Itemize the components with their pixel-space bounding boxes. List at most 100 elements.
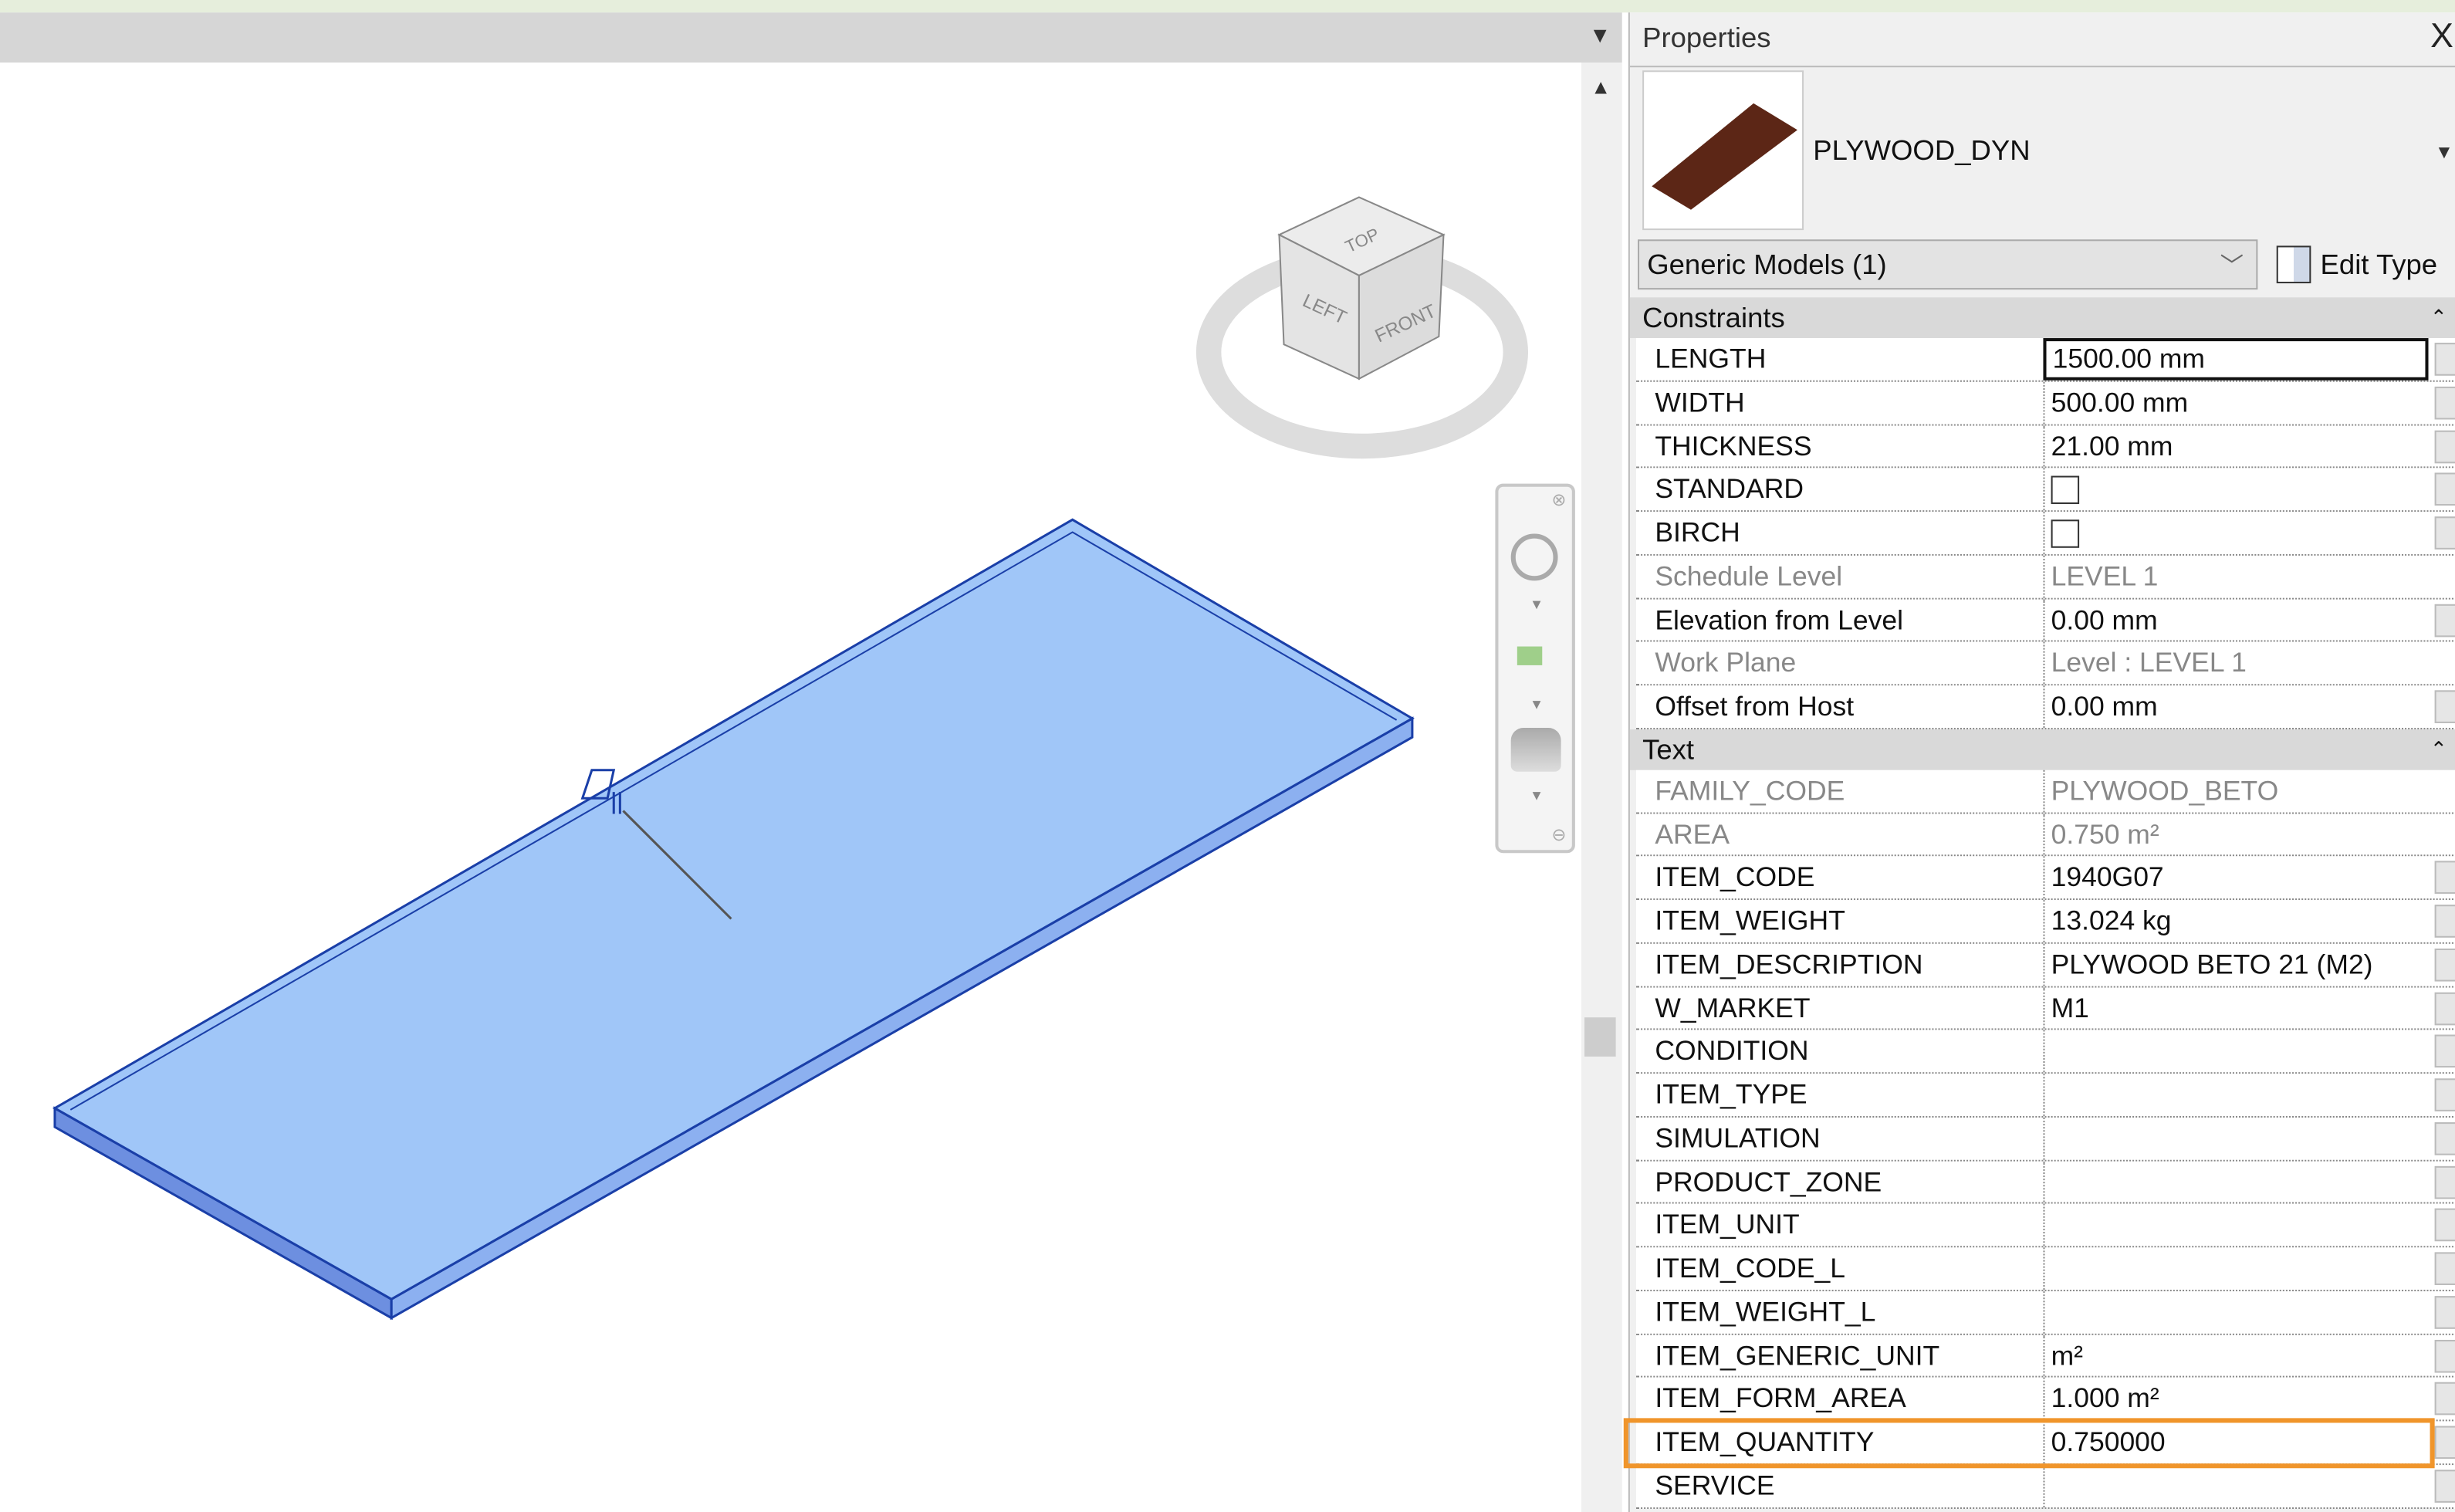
- property-value[interactable]: [2043, 1464, 2428, 1507]
- section-header-text[interactable]: Text ⌃: [1629, 729, 2455, 770]
- associate-parameter-button[interactable]: [2434, 1078, 2455, 1111]
- property-row-item-type: ITEM_TYPE: [1635, 1074, 2455, 1118]
- viewcube[interactable]: TOP LEFT FRONT: [1195, 196, 1529, 459]
- property-value[interactable]: 13.024 kg: [2043, 900, 2428, 942]
- property-value[interactable]: M1: [2043, 986, 2428, 1029]
- property-value[interactable]: m²: [2043, 1334, 2428, 1377]
- associate-parameter-button[interactable]: [2434, 1382, 2455, 1416]
- properties-panel: Properties X PLYWOOD_DYN ▼ Generic Model…: [1628, 12, 2455, 1512]
- edit-type-button[interactable]: Edit Type: [2276, 241, 2437, 288]
- property-value: 0.750 m²: [2043, 813, 2428, 855]
- property-label: ITEM_UNIT: [1655, 1209, 1800, 1240]
- section-title: Constraints: [1642, 302, 1785, 333]
- navigation-bar: ⊗ ▼ ▼ ▼ ⊖: [1495, 483, 1575, 854]
- property-row-product-zone: PRODUCT_ZONE: [1635, 1160, 2455, 1205]
- zoom-region-icon[interactable]: [1517, 646, 1543, 665]
- 3d-viewport[interactable]: TOP LEFT FRONT ⊗ ▼ ▼ ▼ ⊖: [0, 63, 1581, 1512]
- associate-parameter-button[interactable]: [2434, 472, 2455, 506]
- property-value: [2043, 512, 2428, 554]
- associate-parameter-button[interactable]: [2434, 1252, 2455, 1285]
- property-row-service: SERVICE: [1635, 1464, 2455, 1508]
- property-value[interactable]: [2043, 1160, 2428, 1203]
- vertical-scrollbar[interactable]: ▲: [1581, 63, 1622, 1512]
- property-value[interactable]: [2043, 1117, 2428, 1159]
- property-value[interactable]: 1940G07: [2043, 856, 2428, 899]
- property-value[interactable]: 21.00 mm: [2043, 425, 2428, 467]
- associate-parameter-button[interactable]: [2434, 603, 2455, 637]
- scroll-up-icon[interactable]: ▲: [1591, 75, 1611, 98]
- section-header-constraints[interactable]: Constraints ⌃: [1629, 297, 2455, 339]
- category-filter-select[interactable]: Generic Models (1) ﹀: [1638, 239, 2258, 290]
- associate-parameter-button[interactable]: [2434, 429, 2455, 463]
- property-row-item-generic-unit: ITEM_GENERIC_UNIT m²: [1635, 1334, 2455, 1378]
- dropdown-icon[interactable]: ▼: [1530, 696, 1544, 712]
- property-value[interactable]: 0.00 mm: [2043, 598, 2428, 641]
- property-value[interactable]: 1.000 m²: [2043, 1378, 2428, 1420]
- property-value[interactable]: 500.00 mm: [2043, 381, 2428, 424]
- property-value: [2043, 468, 2428, 511]
- collapse-icon[interactable]: ⌃: [2430, 297, 2447, 338]
- property-row-simulation: SIMULATION: [1635, 1117, 2455, 1161]
- navbar-options-icon[interactable]: ⊖: [1551, 825, 1566, 845]
- orbit-icon[interactable]: [1510, 728, 1561, 772]
- property-label: AREA: [1655, 817, 1730, 850]
- scrollbar-thumb[interactable]: [1584, 1017, 1616, 1057]
- plywood-element[interactable]: [52, 518, 1415, 1321]
- associate-parameter-button[interactable]: [2434, 1121, 2455, 1155]
- view-menu-dropdown-icon[interactable]: ▼: [1589, 22, 1611, 46]
- checkbox[interactable]: [2051, 519, 2080, 548]
- associate-parameter-button[interactable]: [2434, 1035, 2455, 1068]
- navbar-close-icon[interactable]: ⊗: [1551, 490, 1566, 510]
- property-label: FAMILY_CODE: [1655, 774, 1845, 806]
- property-label: STANDARD: [1655, 472, 1804, 505]
- collapse-icon[interactable]: ⌃: [2430, 729, 2447, 770]
- steering-wheel-icon[interactable]: [1510, 533, 1558, 581]
- property-value[interactable]: [2043, 1247, 2428, 1290]
- associate-parameter-button[interactable]: [2434, 1295, 2455, 1329]
- associate-parameter-button[interactable]: [2434, 1165, 2455, 1199]
- property-value[interactable]: 0.00 mm: [2043, 685, 2428, 728]
- property-label: ITEM_CODE: [1655, 861, 1815, 893]
- property-row-area: AREA 0.750 m²: [1635, 813, 2455, 857]
- property-label: CONDITION: [1655, 1035, 1809, 1067]
- close-button[interactable]: X: [2430, 15, 2453, 56]
- associate-parameter-button[interactable]: [2434, 516, 2455, 550]
- associate-parameter-button[interactable]: [2434, 948, 2455, 982]
- property-row-standard: STANDARD: [1635, 468, 2455, 512]
- property-label: Offset from Host: [1655, 690, 1855, 722]
- associate-parameter-button[interactable]: [2434, 1426, 2455, 1460]
- category-filter-value: Generic Models (1): [1647, 249, 1887, 281]
- property-label: Work Plane: [1655, 647, 1797, 678]
- property-row-item-weight-l: ITEM_WEIGHT_L: [1635, 1290, 2455, 1334]
- associate-parameter-button[interactable]: [2434, 905, 2455, 938]
- checkbox[interactable]: [2051, 476, 2080, 505]
- property-value[interactable]: 1500.00 mm: [2043, 338, 2429, 381]
- property-row-schedule-level: Schedule Level LEVEL 1: [1635, 555, 2455, 599]
- edit-type-icon: [2276, 245, 2311, 284]
- type-dropdown-icon[interactable]: ▼: [2435, 141, 2453, 163]
- associate-parameter-button[interactable]: [2434, 343, 2455, 376]
- property-row-item-description: ITEM_DESCRIPTION PLYWOOD BETO 21 (M2): [1635, 943, 2455, 987]
- type-thumbnail: [1642, 70, 1804, 231]
- dropdown-icon[interactable]: ▼: [1530, 597, 1544, 612]
- property-label: ITEM_CODE_L: [1655, 1252, 1845, 1284]
- associate-parameter-button[interactable]: [2434, 386, 2455, 419]
- property-value[interactable]: [2043, 1204, 2428, 1246]
- property-value[interactable]: [2043, 1074, 2428, 1116]
- slab-top-face[interactable]: [52, 518, 1415, 1301]
- view-title-bar: ▼: [0, 12, 1622, 63]
- dropdown-icon[interactable]: ▼: [1530, 787, 1544, 803]
- associate-parameter-button[interactable]: [2434, 1209, 2455, 1242]
- property-value[interactable]: [2043, 1030, 2428, 1073]
- associate-parameter-button[interactable]: [2434, 1469, 2455, 1503]
- model-canvas[interactable]: TOP LEFT FRONT: [0, 63, 1581, 1512]
- property-value: PLYWOOD_BETO: [2043, 770, 2428, 812]
- associate-parameter-button[interactable]: [2434, 861, 2455, 895]
- property-value[interactable]: [2043, 1290, 2428, 1333]
- associate-parameter-button[interactable]: [2434, 690, 2455, 723]
- property-value[interactable]: PLYWOOD BETO 21 (M2): [2043, 943, 2428, 986]
- property-label: ITEM_TYPE: [1655, 1078, 1807, 1110]
- associate-parameter-button[interactable]: [2434, 1338, 2455, 1372]
- associate-parameter-button[interactable]: [2434, 991, 2455, 1025]
- type-selector-name[interactable]: PLYWOOD_DYN: [1813, 134, 2030, 167]
